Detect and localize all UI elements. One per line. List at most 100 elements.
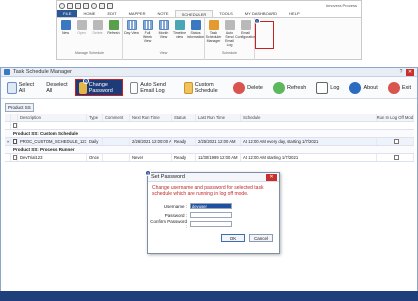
group-label: Schedule [222,51,237,55]
column-header-comment[interactable]: Comment [103,114,130,121]
password-row: Password : [148,211,279,219]
full-week-view-button[interactable]: Full Week View [140,20,155,50]
window-app-icon [4,69,10,75]
column-header-type[interactable]: Type [87,114,103,121]
help-icon[interactable]: ? [397,69,405,76]
tab-home[interactable]: HOME [77,10,101,17]
cell-last-run: 2/25/2021 12:00 AM [196,138,241,145]
column-header-schedule[interactable]: Schedule [241,114,377,121]
delete-icon [92,20,103,30]
ribbon-groups: New Open Delete Refresh Manage Schedule … [57,18,361,60]
task-scheduler-manager-button[interactable]: Task Scheduler Manager [206,20,221,50]
refresh-toolbar-button[interactable]: Refresh [270,79,309,96]
tab-my-dashboard[interactable]: MY DASHBOARD [239,10,283,17]
group-row[interactable]: Product SS: Process Runner [5,146,414,154]
group-schedule: Task Scheduler Manager Auto Send Email L… [205,18,256,60]
ribbon: Innovera Process FILE HOME EDIT MAPPER N… [56,0,362,60]
confirm-password-row: Confirm Password : [148,219,279,229]
group-manage-schedule: New Open Delete Refresh Manage Schedule [57,18,123,60]
step-badge-2: 2 [83,78,89,84]
exit-icon [387,81,400,94]
tab-edit[interactable]: EDIT [101,10,122,17]
about-button[interactable]: About [346,79,380,96]
refresh-button[interactable]: Refresh [106,20,121,50]
confirm-password-field[interactable] [190,221,232,227]
group-by-chip[interactable]: Product SS [5,102,34,112]
day-view-button[interactable]: Day View [124,20,139,50]
new-file-icon[interactable] [67,2,73,9]
cancel-button[interactable]: Cancel [249,234,273,242]
schedule-grid: Description Type Comment Next Run Time S… [5,114,414,162]
cell-type: Once [87,154,103,161]
save-icon[interactable] [75,2,81,9]
log-off-mode-checkbox[interactable] [393,155,399,160]
cell-last-run: 11/30/1999 12:00 AM [196,154,241,161]
table-row[interactable]: » PROC_CUSTOM_SCHEDULE_123 Daily 2/26/20… [5,138,414,146]
week-view-icon [142,20,153,30]
dialog-close-button[interactable]: ✕ [266,173,277,181]
email-icon [129,81,139,94]
window-close-button[interactable]: ✕ [406,68,414,76]
timeline-icon [174,20,185,30]
deselect-all-button[interactable]: Deselect All [43,79,70,96]
delete-toolbar-button[interactable]: Delete [230,79,266,96]
app-logo-icon [59,2,65,9]
ribbon-tabs: FILE HOME EDIT MAPPER NOTE SCHEDULER TOO… [57,10,361,18]
table-row[interactable]: DevTrial123 Once Never Ready 11/30/1999 … [5,154,414,162]
open-button[interactable]: Open [74,20,89,50]
new-schedule-icon [60,20,71,30]
status-information-button[interactable]: Status Information [187,20,204,50]
status-info-icon [190,20,201,30]
cell-status: Ready [172,138,196,145]
save-all-icon[interactable] [83,2,89,9]
delete-button[interactable]: Delete [90,20,105,50]
task-scheduler-icon [208,20,219,30]
copy-icon[interactable] [99,2,105,9]
username-field[interactable] [190,203,232,209]
cell-comment [103,154,130,161]
tab-mapper[interactable]: MAPPER [123,10,152,17]
email-configuration-button[interactable]: Email Configuration [235,20,256,50]
cell-description: DevTrial123 [18,154,87,161]
exit-button[interactable]: Exit [385,79,414,96]
custom-schedule-button[interactable]: Custom Schedule [181,79,226,96]
tab-note[interactable]: NOTE [151,10,174,17]
calendar-icon [184,81,193,94]
tab-help[interactable]: HELP [283,10,305,17]
new-button[interactable]: New [58,20,73,50]
column-header-last-run[interactable]: Last Run Time [196,114,241,121]
row-checkbox-checked[interactable] [13,139,17,144]
column-header-next-run[interactable]: Next Run Time [130,114,172,121]
log-button[interactable]: Log [313,79,342,96]
ok-button[interactable]: OK [221,234,245,242]
tab-tools[interactable]: TOOLS [213,10,239,17]
password-field[interactable] [190,212,232,218]
info-icon [349,81,362,94]
group-label: Manage Schedule [75,51,104,55]
email-config-icon [240,20,251,30]
change-password-button[interactable]: Change Password [74,79,123,96]
tab-scheduler[interactable]: SCHEDULER [174,10,214,17]
cell-type: Daily [87,138,103,145]
column-header-status[interactable]: Status [172,114,196,121]
month-view-button[interactable]: Month View [156,20,171,50]
column-header-log-off-mode[interactable]: Run In Log Off Mode [377,114,414,121]
customize-dropdown-icon[interactable] [107,2,113,9]
log-icon [316,81,329,94]
tab-file[interactable]: FILE [57,10,78,17]
select-all-button[interactable]: Select All [4,79,39,96]
refresh-icon [273,81,285,94]
close-circle-icon[interactable] [91,2,97,9]
timeline-view-button[interactable]: Timeline view [172,20,187,50]
column-header-description[interactable]: Description [18,114,87,121]
log-off-mode-checkbox[interactable] [393,139,399,144]
confirm-password-label: Confirm Password : [150,219,187,229]
row-checkbox[interactable] [13,155,17,160]
quick-access-toolbar: Innovera Process [57,1,361,10]
new-row[interactable] [5,122,414,130]
auto-send-email-log-toolbar-button[interactable]: Auto Send Email Log [127,79,178,96]
grid-header: Description Type Comment Next Run Time S… [5,114,414,122]
window-title: Task Schedule Manager [13,69,73,75]
group-row[interactable]: Product SS: Custom Schedule [5,130,414,138]
select-checkbox[interactable] [13,123,17,128]
